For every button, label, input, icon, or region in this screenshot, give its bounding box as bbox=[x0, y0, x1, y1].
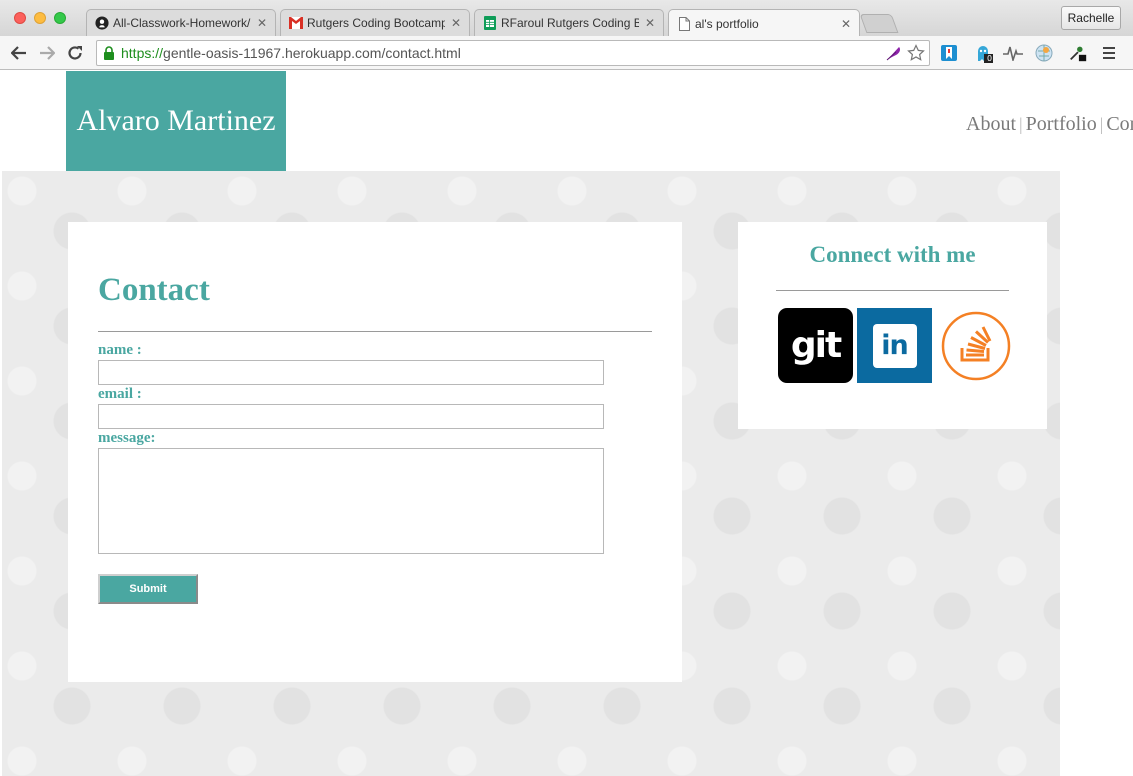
tab-gmail[interactable]: Rutgers Coding Bootcamp ✕ bbox=[280, 9, 470, 36]
tab-classwork[interactable]: All-Classwork-Homework/ ✕ bbox=[86, 9, 276, 36]
site-header: Alvaro Martinez About|Portfolio|Contact bbox=[2, 71, 1133, 171]
back-button[interactable] bbox=[8, 42, 30, 64]
forward-button[interactable] bbox=[36, 42, 58, 64]
nav-portfolio[interactable]: Portfolio bbox=[1026, 113, 1097, 135]
email-label: email : bbox=[98, 386, 142, 402]
menu-icon[interactable] bbox=[1099, 43, 1119, 63]
minimize-window-button[interactable] bbox=[34, 12, 46, 24]
arrow-right-icon bbox=[40, 46, 55, 60]
tab-close-icon[interactable]: ✕ bbox=[451, 16, 461, 30]
page-viewport: Alvaro Martinez About|Portfolio|Contact … bbox=[2, 71, 1133, 776]
connect-title: Connect with me bbox=[809, 242, 976, 267]
contact-divider bbox=[98, 331, 652, 332]
tab-portfolio[interactable]: al's portfolio ✕ bbox=[668, 9, 860, 37]
nav-separator: | bbox=[1099, 114, 1104, 134]
site-nav: About|Portfolio|Contact bbox=[966, 113, 1133, 136]
name-field[interactable] bbox=[98, 360, 604, 385]
name-label: name : bbox=[98, 342, 142, 358]
profile-button[interactable]: Rachelle bbox=[1061, 6, 1121, 30]
email-field[interactable] bbox=[98, 404, 604, 429]
reload-button[interactable] bbox=[64, 42, 86, 64]
arrow-left-icon bbox=[11, 46, 26, 60]
submit-button[interactable]: Submit bbox=[98, 574, 198, 604]
feather-icon[interactable] bbox=[885, 44, 903, 67]
url-path: gentle-oasis-11967.herokuapp.com/contact… bbox=[163, 45, 461, 61]
site-brand[interactable]: Alvaro Martinez bbox=[66, 71, 286, 171]
extension-globe-icon[interactable] bbox=[1034, 43, 1054, 63]
lock-icon bbox=[104, 46, 114, 60]
sheets-icon bbox=[483, 16, 497, 30]
reload-icon bbox=[68, 46, 82, 60]
nav-contact[interactable]: Contact bbox=[1106, 113, 1133, 135]
stackoverflow-icon[interactable] bbox=[938, 308, 1013, 383]
right-gutter bbox=[1060, 171, 1133, 776]
tab-label: al's portfolio bbox=[695, 16, 759, 31]
linkedin-icon[interactable]: in bbox=[857, 308, 932, 383]
contact-title: Contact bbox=[98, 272, 210, 308]
git-icon-text: git bbox=[790, 325, 842, 366]
tab-close-icon[interactable]: ✕ bbox=[645, 16, 655, 30]
gmail-icon bbox=[289, 16, 303, 30]
close-window-button[interactable] bbox=[14, 12, 26, 24]
browser-tabstrip: All-Classwork-Homework/ ✕ Rutgers Coding… bbox=[0, 0, 1133, 37]
nav-about[interactable]: About bbox=[966, 113, 1016, 135]
ghostery-icon[interactable]: 0 bbox=[974, 43, 994, 63]
nav-separator: | bbox=[1019, 114, 1023, 134]
new-tab-button[interactable] bbox=[859, 14, 899, 33]
tab-label: RFaroul Rutgers Coding Bo bbox=[501, 16, 639, 30]
eyedropper-icon[interactable] bbox=[1068, 43, 1088, 63]
linkedin-icon-mark: in bbox=[872, 323, 917, 368]
page-icon bbox=[677, 16, 691, 31]
pulse-icon[interactable] bbox=[1003, 43, 1023, 63]
bookmark-ext-icon[interactable] bbox=[939, 43, 959, 63]
browser-toolbar: https://gentle-oasis-11967.herokuapp.com… bbox=[0, 36, 1133, 70]
git-icon[interactable]: git bbox=[778, 308, 853, 383]
message-label: message: bbox=[98, 430, 156, 446]
ghostery-badge: 0 bbox=[987, 54, 993, 63]
connect-card: Connect with me git in bbox=[738, 222, 1047, 429]
address-bar[interactable]: https://gentle-oasis-11967.herokuapp.com… bbox=[96, 40, 930, 66]
connect-divider bbox=[776, 290, 1009, 291]
tab-close-icon[interactable]: ✕ bbox=[257, 16, 267, 30]
tab-label: All-Classwork-Homework/ bbox=[113, 16, 251, 30]
tab-close-icon[interactable]: ✕ bbox=[841, 17, 851, 31]
url-scheme: https:// bbox=[121, 45, 164, 61]
github-icon bbox=[95, 16, 109, 30]
zoom-window-button[interactable] bbox=[54, 12, 66, 24]
tab-sheets[interactable]: RFaroul Rutgers Coding Bo ✕ bbox=[474, 9, 664, 36]
contact-card: Contact name : email : message: Submit bbox=[68, 222, 682, 682]
bookmark-star-icon[interactable] bbox=[907, 44, 925, 67]
tab-label: Rutgers Coding Bootcamp bbox=[307, 16, 445, 30]
url-text: https://gentle-oasis-11967.herokuapp.com… bbox=[121, 45, 461, 61]
message-field[interactable] bbox=[98, 448, 604, 554]
linkedin-icon-text: in bbox=[881, 330, 909, 361]
